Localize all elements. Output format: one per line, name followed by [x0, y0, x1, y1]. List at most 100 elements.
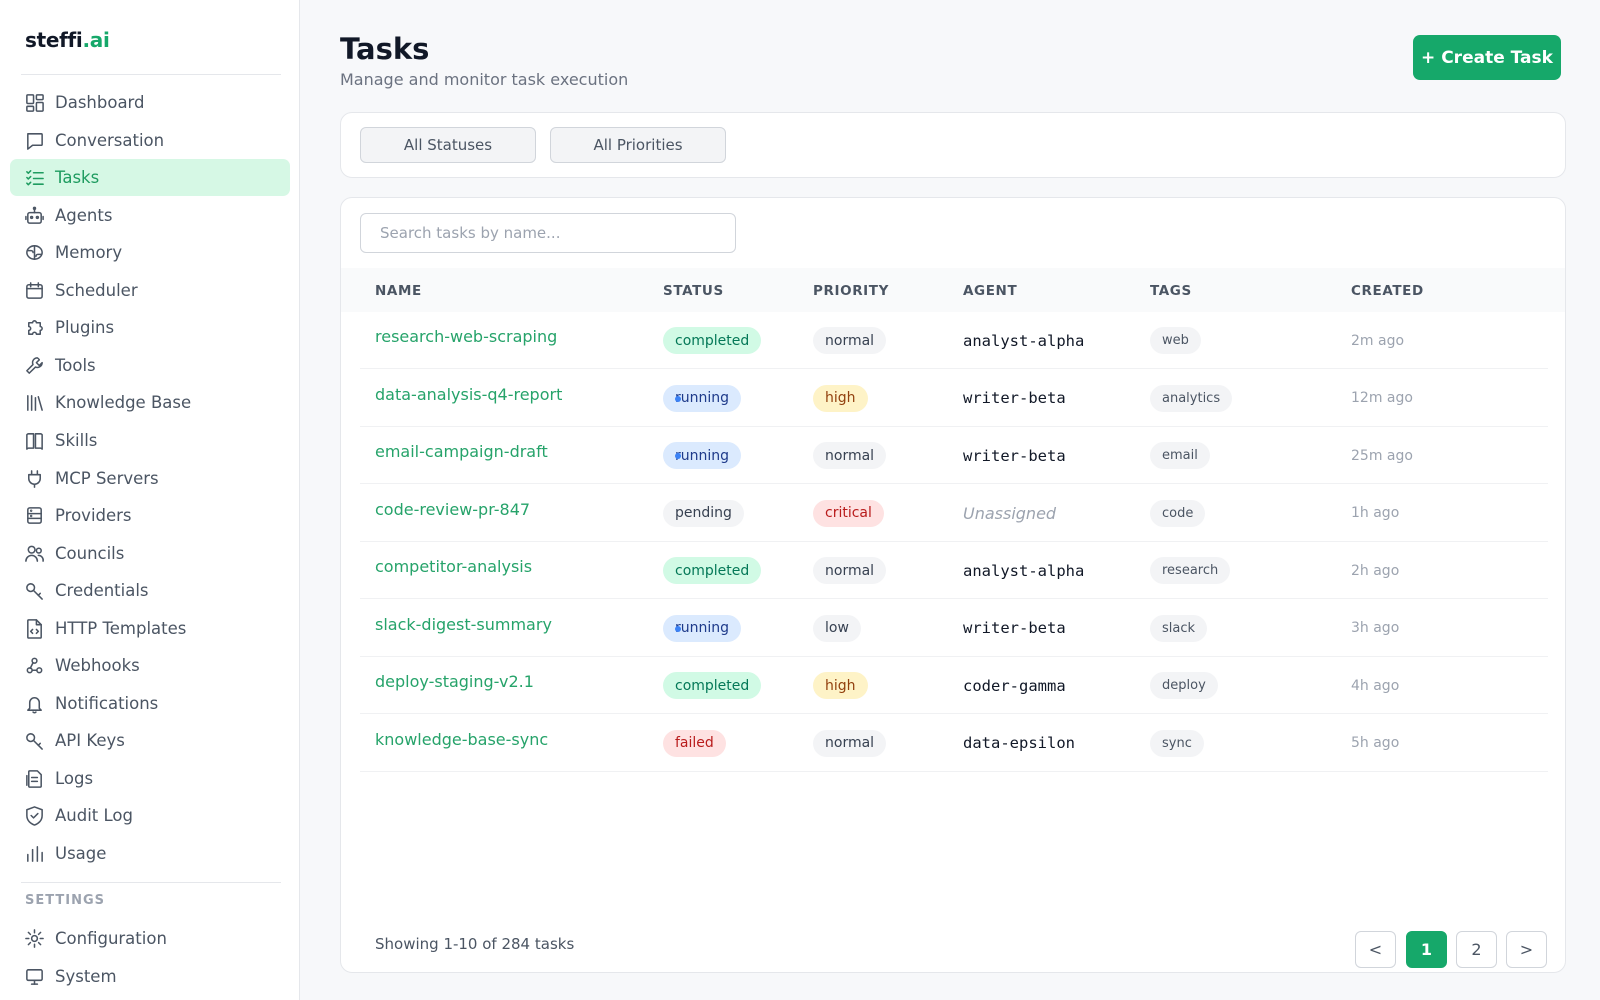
task-name-link[interactable]: knowledge-base-sync — [375, 730, 548, 757]
sidebar-item-plugins[interactable]: Plugins — [10, 309, 290, 346]
sidebar: steffi.ai Dashboard Conversation Tasks Agen… — [0, 0, 300, 1000]
page-2-button[interactable]: 2 — [1456, 931, 1497, 968]
sidebar-item-label: Tasks — [55, 168, 100, 187]
search-input[interactable] — [360, 213, 736, 253]
sidebar-divider — [21, 882, 281, 883]
sidebar-item-label: Memory — [55, 243, 123, 262]
status-text: running — [675, 390, 730, 406]
sidebar-item-label: Dashboard — [55, 93, 145, 112]
priority-filter-dropdown[interactable]: All Priorities — [550, 127, 726, 163]
priority-badge: high — [813, 672, 868, 699]
next-page-button[interactable]: > — [1506, 931, 1547, 968]
sidebar-item-notifications[interactable]: Notifications — [10, 685, 290, 722]
column-header-name[interactable]: NAME — [375, 283, 422, 299]
sidebar-item-label: Councils — [55, 544, 125, 563]
task-name-link[interactable]: deploy-staging-v2.1 — [375, 672, 534, 699]
created-time: 25m ago — [1351, 447, 1413, 464]
sidebar-item-conversation[interactable]: Conversation — [10, 122, 290, 159]
created-time: 12m ago — [1351, 390, 1413, 406]
key-icon — [24, 580, 45, 601]
sidebar-item-label: Knowledge Base — [55, 393, 192, 412]
priority-badge: low — [813, 614, 861, 642]
sidebar-item-scheduler[interactable]: Scheduler — [10, 272, 290, 309]
sidebar-item-mcp-servers[interactable]: MCP Servers — [10, 460, 290, 497]
table-row[interactable]: email-campaign-draft running normal writer-… — [360, 427, 1548, 484]
status-badge: pending — [663, 499, 744, 527]
status-text: completed — [675, 562, 750, 579]
sidebar-item-usage[interactable]: Usage — [10, 835, 290, 872]
logo-text: steffi — [25, 28, 83, 52]
task-name-link[interactable]: research-web-scraping — [375, 327, 557, 354]
table-row[interactable]: deploy-staging-v2.1 completed high coder-ga… — [360, 657, 1548, 714]
sidebar-item-knowledge-base[interactable]: Knowledge Base — [10, 384, 290, 421]
sidebar-item-label: System — [55, 967, 117, 986]
tasks-icon — [24, 167, 45, 188]
sidebar-item-webhooks[interactable]: Webhooks — [10, 647, 290, 684]
task-name-link[interactable]: slack-digest-summary — [375, 615, 552, 642]
column-header-agent[interactable]: AGENT — [963, 283, 1017, 299]
logo-accent: .ai — [82, 28, 110, 52]
table-row[interactable]: knowledge-base-sync failed normal data-epsi… — [360, 715, 1548, 772]
sidebar-item-providers[interactable]: Providers — [10, 497, 290, 534]
sidebar-item-system[interactable]: System — [10, 958, 290, 995]
sidebar-item-credentials[interactable]: Credentials — [10, 572, 290, 609]
sidebar-item-councils[interactable]: Councils — [10, 535, 290, 572]
sidebar-item-audit-log[interactable]: Audit Log — [10, 797, 290, 834]
sidebar-item-label: Tools — [55, 356, 96, 375]
created-time: 3h ago — [1351, 620, 1400, 636]
sidebar-item-logs[interactable]: Logs — [10, 760, 290, 797]
task-name-link[interactable]: competitor-analysis — [375, 557, 532, 584]
agent-name: analyst-alpha — [963, 331, 1085, 350]
sidebar-item-label: Plugins — [55, 318, 115, 337]
created-time: 4h ago — [1351, 677, 1400, 694]
task-name-link[interactable]: code-review-pr-847 — [375, 500, 530, 527]
sidebar-item-label: HTTP Templates — [55, 619, 187, 638]
table-header: NAME STATUS PRIORITY AGENT TAGS CREATED — [341, 268, 1565, 312]
created-time: 1h ago — [1351, 505, 1400, 521]
tag-badge: email — [1150, 442, 1210, 469]
column-header-status[interactable]: STATUS — [663, 283, 724, 299]
task-name-link[interactable]: email-campaign-draft — [375, 442, 548, 469]
column-header-created[interactable]: CREATED — [1351, 283, 1424, 299]
sidebar-item-skills[interactable]: Skills — [10, 422, 290, 459]
task-name-link[interactable]: data-analysis-q4-report — [375, 385, 562, 412]
app-logo[interactable]: steffi.ai — [25, 28, 110, 52]
create-task-button[interactable]: + Create Task — [1413, 35, 1561, 80]
tag-badge: analytics — [1150, 384, 1233, 412]
monitor-icon — [24, 966, 45, 987]
sidebar-item-label: Scheduler — [55, 281, 138, 300]
library-icon — [24, 392, 45, 413]
page-subtitle: Manage and monitor task execution — [340, 70, 629, 89]
sidebar-item-dashboard[interactable]: Dashboard — [10, 84, 290, 121]
table-row[interactable]: research-web-scraping completed normal anal… — [360, 312, 1548, 369]
status-text: pending — [675, 505, 732, 521]
sidebar-item-memory[interactable]: Memory — [10, 234, 290, 271]
table-row[interactable]: code-review-pr-847 pending critical Unassig… — [360, 485, 1548, 542]
status-filter-dropdown[interactable]: All Statuses — [360, 127, 536, 163]
sidebar-item-agents[interactable]: Agents — [10, 197, 290, 234]
column-header-tags[interactable]: TAGS — [1150, 283, 1192, 299]
priority-badge: critical — [813, 499, 884, 527]
priority-badge: high — [813, 384, 868, 412]
column-header-priority[interactable]: PRIORITY — [813, 283, 889, 299]
book-icon — [24, 430, 45, 451]
page-1-button[interactable]: 1 — [1406, 931, 1447, 968]
table-row[interactable]: data-analysis-q4-report running high writer… — [360, 370, 1548, 427]
table-row[interactable]: slack-digest-summary running low writer-bet… — [360, 600, 1548, 657]
status-badge: completed — [663, 672, 762, 699]
status-badge: running — [663, 614, 742, 642]
sidebar-item-tools[interactable]: Tools — [10, 347, 290, 384]
sidebar-item-api-keys[interactable]: API Keys — [10, 722, 290, 759]
status-text: running — [675, 447, 730, 464]
sidebar-item-http-templates[interactable]: HTTP Templates — [10, 610, 290, 647]
chat-icon — [24, 130, 45, 151]
sidebar-item-configuration[interactable]: Configuration — [10, 920, 290, 957]
prev-page-button[interactable]: < — [1355, 931, 1396, 968]
sidebar-item-label: Providers — [55, 506, 132, 525]
table-row[interactable]: competitor-analysis completed normal analys… — [360, 542, 1548, 599]
key-icon — [24, 730, 45, 751]
status-text: completed — [675, 332, 750, 349]
sidebar-item-tasks[interactable]: Tasks — [10, 159, 290, 196]
webhook-icon — [24, 655, 45, 676]
priority-badge: normal — [813, 729, 887, 757]
